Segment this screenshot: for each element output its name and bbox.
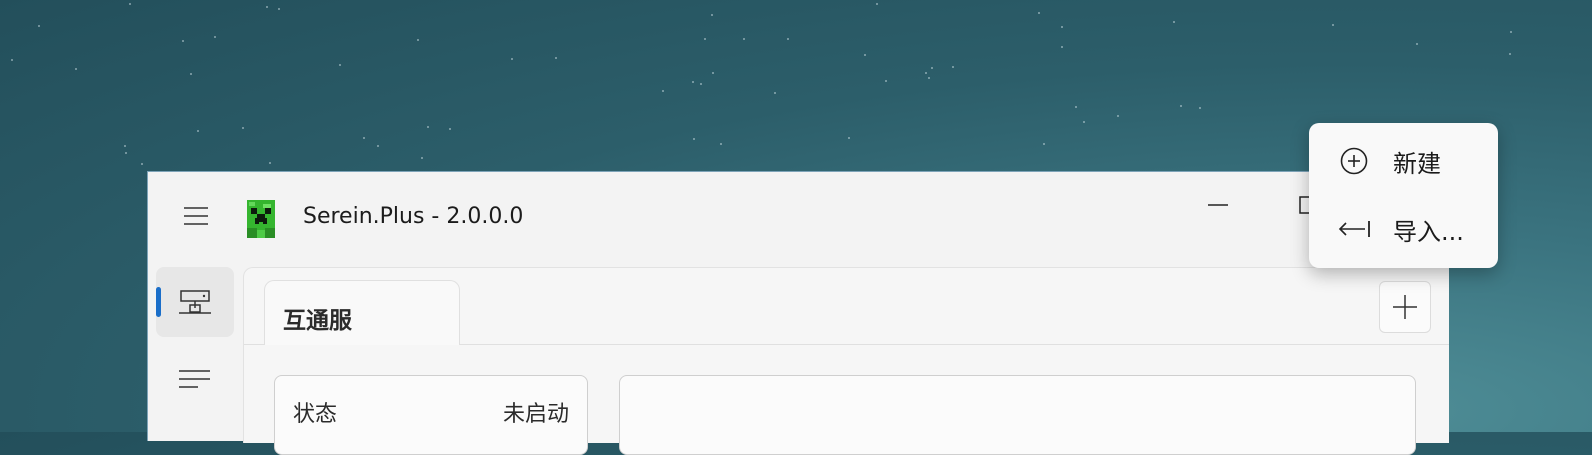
wallpaper-star bbox=[417, 39, 419, 41]
wallpaper-star bbox=[339, 64, 341, 66]
wallpaper-star bbox=[711, 14, 713, 16]
wallpaper-star bbox=[662, 90, 664, 92]
hamburger-icon bbox=[184, 207, 208, 225]
wallpaper-star bbox=[925, 72, 927, 74]
nav-selection-indicator bbox=[156, 287, 161, 317]
add-tab-button[interactable] bbox=[1379, 281, 1431, 333]
wallpaper-star bbox=[182, 40, 184, 42]
status-value: 未启动 bbox=[502, 402, 569, 427]
wallpaper-star bbox=[1416, 43, 1418, 45]
wallpaper-star bbox=[242, 127, 244, 129]
wallpaper-star bbox=[75, 68, 77, 70]
menu-label-new: 新建 bbox=[1393, 149, 1441, 178]
wallpaper-star bbox=[693, 138, 695, 140]
wallpaper-star bbox=[427, 126, 429, 128]
wallpaper-star bbox=[266, 6, 268, 8]
wallpaper-star bbox=[1510, 31, 1512, 33]
app-window: Serein.Plus - 2.0.0.0 互通服 状态 未启动 bbox=[147, 171, 1449, 455]
wallpaper-star bbox=[885, 80, 887, 82]
list-icon bbox=[179, 370, 210, 388]
flyout-menu: 新建 导入... bbox=[1309, 123, 1498, 268]
wallpaper-star bbox=[928, 77, 930, 79]
creeper-app-icon bbox=[247, 200, 275, 238]
wallpaper-star bbox=[214, 36, 216, 38]
wallpaper-star bbox=[449, 128, 451, 130]
wallpaper-star bbox=[555, 57, 557, 59]
wallpaper-star bbox=[1180, 105, 1182, 107]
wallpaper-star bbox=[141, 163, 143, 165]
console-panel bbox=[619, 375, 1416, 455]
menu-item-import[interactable]: 导入... bbox=[1309, 201, 1498, 257]
wallpaper-star bbox=[1509, 53, 1511, 55]
wallpaper-star bbox=[124, 145, 126, 147]
wallpaper-star bbox=[363, 137, 365, 139]
tab-label: 互通服 bbox=[283, 308, 352, 334]
wallpaper-star bbox=[511, 58, 513, 60]
wallpaper-star bbox=[125, 152, 127, 154]
wallpaper-star bbox=[1332, 24, 1334, 26]
import-arrow-icon bbox=[1337, 212, 1371, 246]
wallpaper-star bbox=[1061, 26, 1063, 28]
wallpaper-star bbox=[700, 83, 702, 85]
wallpaper-star bbox=[1083, 121, 1085, 123]
wallpaper-star bbox=[864, 54, 866, 56]
nav-item-list[interactable] bbox=[156, 344, 234, 414]
wallpaper-star bbox=[377, 145, 379, 147]
nav-item-servers[interactable] bbox=[156, 267, 234, 337]
minimize-button[interactable] bbox=[1198, 190, 1238, 220]
wallpaper-star bbox=[1061, 46, 1063, 48]
wallpaper-star bbox=[848, 137, 850, 139]
status-card: 状态 未启动 bbox=[274, 375, 588, 455]
wallpaper-star bbox=[1075, 106, 1077, 108]
wallpaper-star bbox=[38, 25, 40, 27]
wallpaper-star bbox=[197, 130, 199, 132]
menu-item-new[interactable]: 新建 bbox=[1309, 133, 1498, 189]
wallpaper-star bbox=[876, 3, 878, 5]
wallpaper-star bbox=[1038, 12, 1040, 14]
menu-label-import: 导入... bbox=[1393, 217, 1464, 246]
hamburger-menu-button[interactable] bbox=[178, 198, 214, 234]
wallpaper-star bbox=[712, 72, 714, 74]
wallpaper-star bbox=[1117, 115, 1119, 117]
wallpaper-star bbox=[421, 157, 423, 159]
status-label: 状态 bbox=[293, 402, 338, 427]
minimize-icon bbox=[1208, 204, 1228, 206]
wallpaper-star bbox=[278, 8, 280, 10]
wallpaper-star bbox=[269, 162, 271, 164]
wallpaper-star bbox=[1173, 21, 1175, 23]
wallpaper-star bbox=[720, 143, 722, 145]
add-circle-icon bbox=[1337, 144, 1371, 178]
wallpaper-star bbox=[952, 66, 954, 68]
wallpaper-star bbox=[743, 38, 745, 40]
window-title: Serein.Plus - 2.0.0.0 bbox=[303, 204, 524, 229]
plus-icon bbox=[1393, 295, 1417, 319]
wallpaper-star bbox=[129, 3, 131, 5]
wallpaper-star bbox=[1199, 107, 1201, 109]
wallpaper-star bbox=[11, 59, 13, 61]
wallpaper-star bbox=[704, 38, 706, 40]
tab-server-0[interactable]: 互通服 bbox=[264, 280, 460, 345]
server-network-icon bbox=[179, 290, 211, 314]
wallpaper-star bbox=[692, 81, 694, 83]
wallpaper-star bbox=[931, 67, 933, 69]
wallpaper-star bbox=[190, 73, 192, 75]
wallpaper-star bbox=[774, 92, 776, 94]
wallpaper-star bbox=[787, 38, 789, 40]
wallpaper-star bbox=[1043, 143, 1045, 145]
main-content-area: 互通服 状态 未启动 bbox=[243, 267, 1449, 455]
